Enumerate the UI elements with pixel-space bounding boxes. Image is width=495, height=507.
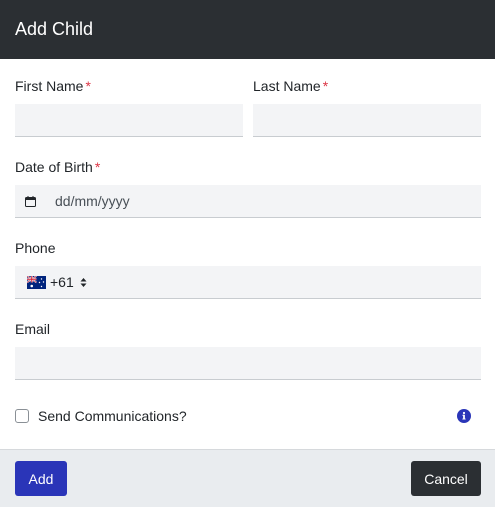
modal-body: First Name* Last Name* Date of Birth* [0,59,495,425]
modal-header: Add Child [0,0,495,59]
required-marker: * [322,78,329,94]
email-label: Email [15,321,51,337]
info-icon[interactable] [457,409,471,423]
phone-input[interactable]: +61 [15,266,481,299]
send-communications-row: Send Communications? [15,407,481,425]
modal-title: Add Child [15,19,94,39]
cancel-button[interactable]: Cancel [411,461,481,496]
last-name-label: Last Name * [253,78,329,94]
dob-label: Date of Birth * [15,159,101,175]
last-name-input[interactable] [253,104,481,137]
calendar-icon[interactable] [25,195,36,207]
phone-label: Phone [15,240,56,256]
first-name-input[interactable] [15,104,243,137]
last-name-group: Last Name * [253,78,481,137]
required-marker: * [94,159,101,175]
phone-group: Phone +61 [15,218,481,299]
modal-footer: Add Cancel [0,449,495,507]
first-name-group: First Name * [15,78,243,137]
send-communications-label[interactable]: Send Communications? [38,408,187,424]
dob-group: Date of Birth * dd/mm/yyyy [15,137,481,218]
dob-input[interactable]: dd/mm/yyyy [15,185,481,218]
select-arrows-icon[interactable] [80,277,87,288]
country-code[interactable]: +61 [50,274,74,290]
first-name-label: First Name * [15,78,91,94]
email-input[interactable] [15,347,481,380]
australia-flag-icon[interactable] [27,275,46,289]
dob-placeholder: dd/mm/yyyy [55,193,130,209]
required-marker: * [85,78,91,94]
add-child-modal: Add Child First Name * Last Name * Date of… [0,0,495,507]
add-button[interactable]: Add [15,461,67,496]
name-row: First Name * Last Name * [15,59,481,137]
email-group: Email [15,299,481,380]
send-communications-checkbox[interactable] [15,409,29,423]
